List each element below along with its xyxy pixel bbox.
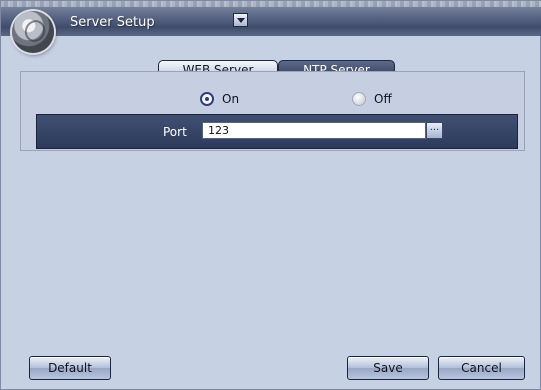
- ntp-off-label: Off: [374, 92, 392, 106]
- port-options-button[interactable]: ...: [426, 122, 443, 139]
- port-label: Port: [163, 125, 187, 139]
- server-setup-window: Server Setup WEB Server NTP Server On Of…: [0, 0, 541, 390]
- ntp-on-label: On: [222, 92, 240, 106]
- title-dropdown-button[interactable]: [233, 13, 248, 27]
- radio-selected-icon: [200, 92, 214, 106]
- cancel-button[interactable]: Cancel: [438, 356, 525, 380]
- port-input[interactable]: 123: [202, 122, 426, 139]
- app-logo-icon: [12, 11, 54, 53]
- title-bar: Server Setup: [1, 1, 541, 53]
- save-button[interactable]: Save: [347, 356, 429, 380]
- radio-unselected-icon: [352, 92, 366, 106]
- ntp-off-radio[interactable]: Off: [352, 92, 392, 106]
- title-bar-strip: [1, 1, 541, 7]
- window-title: Server Setup: [70, 15, 155, 30]
- default-button[interactable]: Default: [29, 356, 111, 380]
- ntp-on-radio[interactable]: On: [200, 92, 239, 106]
- ntp-enable-radio-group: On Off: [21, 91, 526, 109]
